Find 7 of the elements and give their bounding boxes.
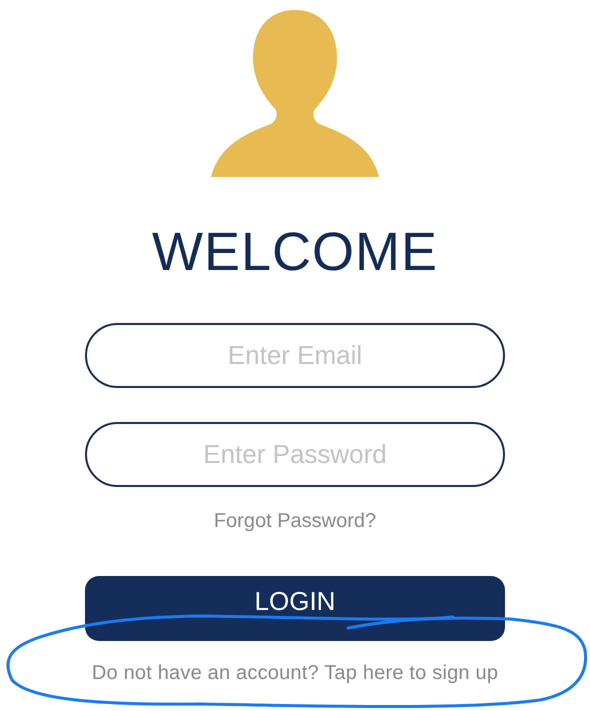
person-silhouette-icon (211, 10, 379, 177)
forgot-password-link[interactable]: Forgot Password? (214, 509, 376, 533)
welcome-heading: WELCOME (152, 221, 438, 283)
email-field[interactable]: Enter Email (85, 323, 505, 388)
login-button[interactable]: LOGIN (85, 576, 505, 641)
password-field[interactable]: Enter Password (85, 422, 505, 487)
signup-link[interactable]: Do not have an account? Tap here to sign up (92, 661, 498, 685)
